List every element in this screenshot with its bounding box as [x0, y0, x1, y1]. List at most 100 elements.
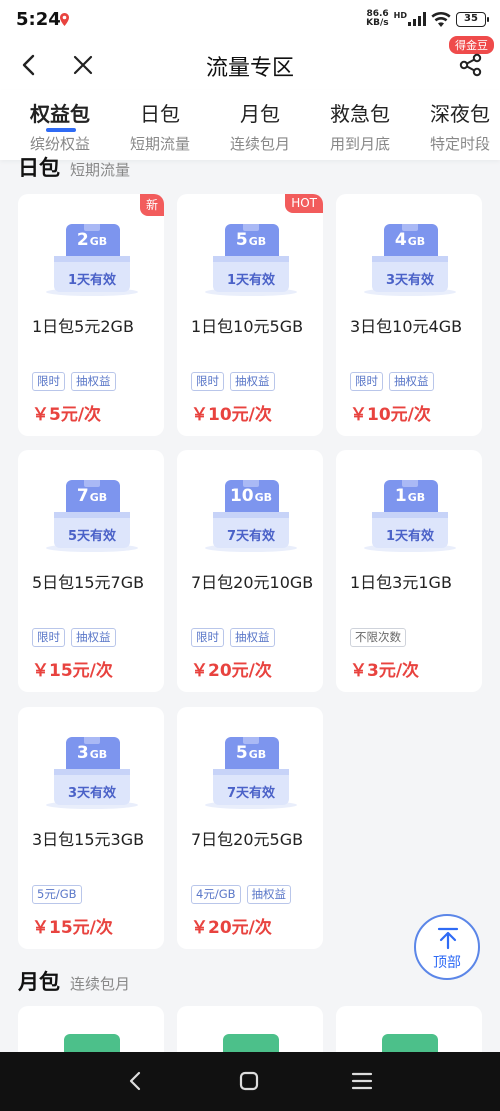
data-package-icon: 5GB 7天有效	[203, 729, 299, 809]
nav-home-icon[interactable]	[237, 1069, 261, 1093]
package-name: 1日包10元5GB	[191, 317, 304, 336]
package-size: 3GB	[76, 743, 108, 763]
package-validity: 1天有效	[385, 529, 435, 544]
package-tags: 5元/GB	[32, 885, 82, 904]
package-tag: 限时	[350, 372, 383, 391]
package-tags: 限时 抽权益	[191, 372, 275, 391]
package-tags: 限时 抽权益	[350, 372, 434, 391]
page-title: 流量专区	[205, 56, 294, 81]
data-package-icon: 3GB 3天有效	[44, 729, 140, 809]
data-package-icon: 2GB 1天有效	[44, 216, 140, 296]
package-tag: 限时	[32, 372, 65, 391]
nav-back-icon[interactable]	[124, 1069, 148, 1093]
share-icon[interactable]	[458, 52, 484, 78]
package-tag: 抽权益	[71, 372, 116, 391]
package-price: ￥5元/次	[32, 405, 102, 425]
package-name: 7日包20元5GB	[191, 830, 304, 849]
package-validity: 1天有效	[67, 273, 117, 288]
package-tag: 抽权益	[246, 885, 291, 904]
package-size: 7GB	[76, 486, 108, 506]
package-card[interactable]: 3GB 3天有效 3日包15元3GB 5元/GB ￥15元/次	[18, 707, 164, 949]
package-price: ￥20元/次	[191, 918, 272, 938]
tab-emergency[interactable]: 救急包 用到月底	[310, 98, 410, 154]
package-name: 7日包20元10GB	[191, 573, 314, 592]
package-tag: 4元/GB	[191, 885, 241, 904]
tab-daily[interactable]: 日包 短期流量	[110, 98, 210, 154]
package-name: 5日包15元7GB	[32, 573, 145, 592]
signal-icon	[408, 12, 426, 26]
package-tags: 4元/GB 抽权益	[191, 885, 291, 904]
package-validity: 3天有效	[67, 786, 117, 801]
package-card[interactable]: 5GB 7天有效 7日包20元5GB 4元/GB 抽权益 ￥20元/次	[177, 707, 323, 949]
package-card[interactable]: 1GB 1天有效 1日包3元1GB 不限次数 ￥3元/次	[336, 450, 482, 692]
package-validity: 5天有效	[67, 529, 117, 544]
active-tab-underline	[46, 128, 76, 132]
status-time: 5:24	[16, 9, 61, 30]
package-tag: 不限次数	[350, 628, 406, 647]
package-price: ￥20元/次	[191, 661, 272, 681]
package-name: 3日包10元4GB	[350, 317, 463, 336]
wifi-icon	[431, 11, 451, 27]
tab-night[interactable]: 深夜包 特定时段	[410, 98, 500, 154]
package-size: 10GB	[229, 486, 273, 506]
package-validity: 1天有效	[226, 273, 276, 288]
package-tag: 限时	[32, 628, 65, 647]
package-tags: 限时 抽权益	[32, 628, 116, 647]
status-bar: 5:24 86.6 KB/s HD 35	[0, 0, 500, 40]
section-daily-header: 日包 短期流量	[18, 156, 131, 180]
package-tag: 抽权益	[71, 628, 116, 647]
package-size: 4GB	[394, 230, 426, 250]
network-type: HD	[393, 10, 407, 20]
back-to-top-button[interactable]: 顶部	[414, 914, 480, 980]
package-tag: 抽权益	[230, 372, 275, 391]
package-card[interactable]: 4GB 3天有效 3日包10元4GB 限时 抽权益 ￥10元/次	[336, 194, 482, 436]
data-package-icon: 1GB 1天有效	[362, 472, 458, 552]
package-tags: 限时 抽权益	[191, 628, 275, 647]
package-validity: 7天有效	[226, 529, 276, 544]
package-price: ￥10元/次	[191, 405, 272, 425]
package-size: 1GB	[394, 486, 426, 506]
package-name: 3日包15元3GB	[32, 830, 145, 849]
package-name: 1日包3元1GB	[350, 573, 452, 592]
package-size: 5GB	[235, 743, 267, 763]
data-package-icon: 4GB 3天有效	[362, 216, 458, 296]
nav-menu-icon[interactable]	[350, 1069, 374, 1093]
package-name: 1日包5元2GB	[32, 317, 134, 336]
corner-badge: HOT	[285, 194, 323, 213]
package-tags: 不限次数	[350, 628, 406, 647]
app-root: { "status_bar": { "time": "5:24", "speed…	[0, 0, 500, 1111]
package-size: 5GB	[235, 230, 267, 250]
package-tag: 抽权益	[230, 628, 275, 647]
status-right: 86.6 KB/s HD 35	[361, 9, 489, 28]
location-icon	[60, 13, 69, 26]
battery-icon: 35	[456, 11, 489, 27]
package-price: ￥10元/次	[350, 405, 431, 425]
package-tag: 限时	[191, 628, 224, 647]
system-nav-bar	[0, 1052, 500, 1111]
corner-badge: 新	[139, 194, 164, 216]
section-monthly-header: 月包 连续包月	[18, 970, 131, 994]
package-card[interactable]: HOT 5GB 1天有效 1日包10元5GB 限时 抽权益 ￥10元/次	[177, 194, 323, 436]
package-price: ￥3元/次	[350, 661, 420, 681]
package-validity: 7天有效	[226, 786, 276, 801]
package-card[interactable]: 7GB 5天有效 5日包15元7GB 限时 抽权益 ￥15元/次	[18, 450, 164, 692]
network-speed: 86.6 KB/s	[366, 9, 389, 28]
package-tag: 限时	[191, 372, 224, 391]
data-package-icon: 7GB 5天有效	[44, 472, 140, 552]
package-price: ￥15元/次	[32, 918, 113, 938]
package-tags: 限时 抽权益	[32, 372, 116, 391]
top-header: 流量专区 得金豆	[0, 36, 500, 90]
package-tag: 5元/GB	[32, 885, 82, 904]
package-size: 2GB	[76, 230, 108, 250]
package-price: ￥15元/次	[32, 661, 113, 681]
tab-monthly[interactable]: 月包 连续包月	[210, 98, 310, 154]
arrow-up-icon	[437, 927, 459, 950]
data-package-icon: 10GB 7天有效	[203, 472, 299, 552]
data-package-icon: 5GB 1天有效	[203, 216, 299, 296]
package-validity: 3天有效	[385, 273, 435, 288]
package-card[interactable]: 新 2GB 1天有效 1日包5元2GB 限时 抽权益 ￥5元/次	[18, 194, 164, 436]
tab-benefits[interactable]: 权益包 缤纷权益	[10, 98, 110, 154]
category-tabs: 权益包 缤纷权益 日包 短期流量 月包 连续包月 救急包 用到月底 深夜包 特定…	[0, 90, 500, 160]
package-card[interactable]: 10GB 7天有效 7日包20元10GB 限时 抽权益 ￥20元/次	[177, 450, 323, 692]
package-tag: 抽权益	[389, 372, 434, 391]
